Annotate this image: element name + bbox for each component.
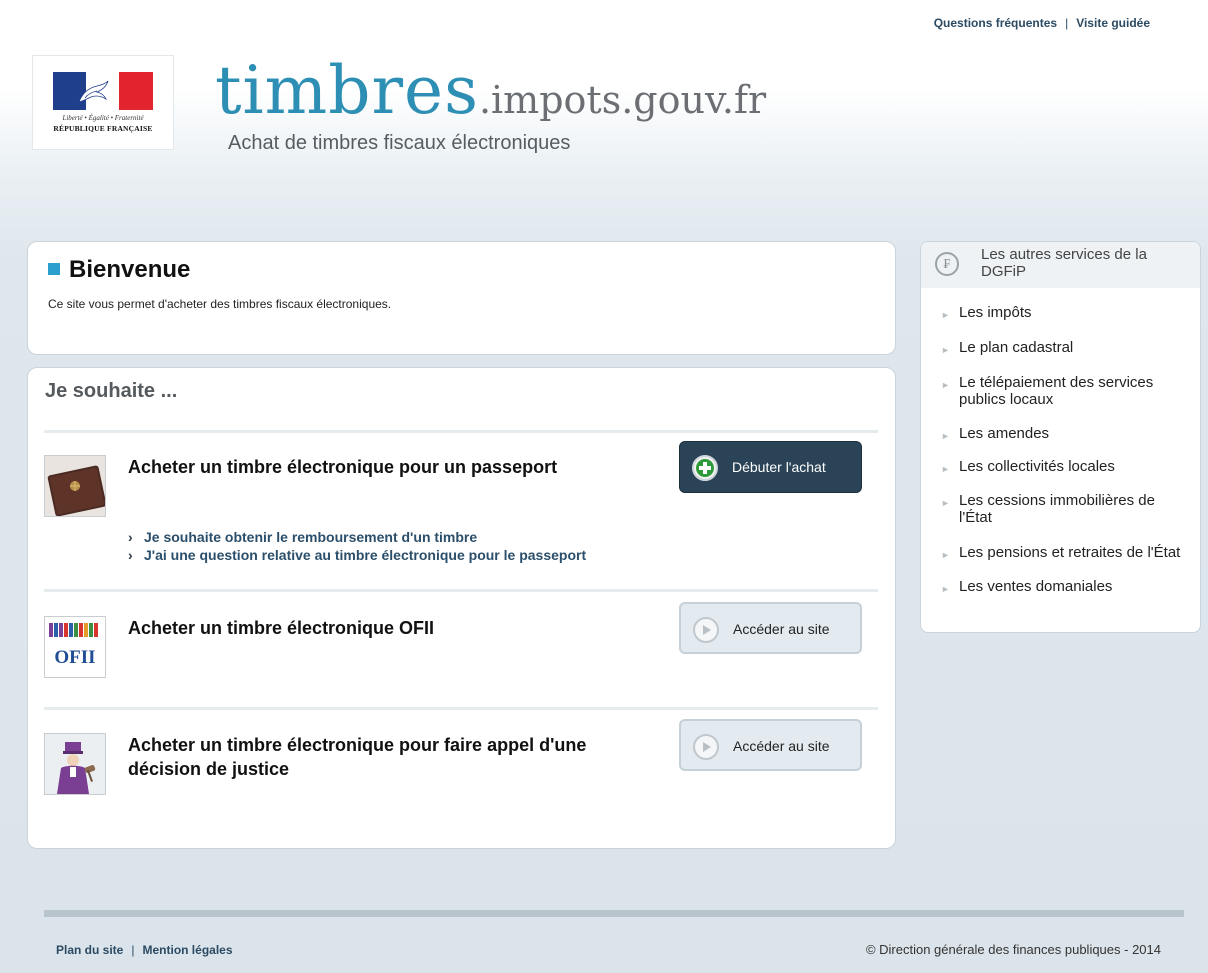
triangle-right-icon: ►	[941, 584, 950, 594]
sidebar-title: Les autres services de la DGFiP	[981, 246, 1147, 280]
justice-thumbnail	[44, 733, 106, 795]
welcome-text: Ce site vous permet d'acheter des timbre…	[48, 297, 392, 311]
justice-access-label: Accéder au site	[733, 738, 830, 754]
footer-divider	[44, 910, 1184, 917]
refund-link[interactable]: › Je souhaite obtenir le remboursement d'…	[128, 528, 586, 546]
sidebar-list: ► Les impôts ► Le plan cadastral ► Le télép…	[941, 304, 1191, 595]
sidebar-item-amendes[interactable]: ► Les amendes	[941, 425, 1191, 442]
brand-domain: .impots.gouv.fr	[478, 78, 767, 122]
play-icon	[693, 617, 719, 643]
passport-icon	[45, 456, 105, 516]
triangle-right-icon: ►	[941, 550, 950, 560]
chevron-right-icon: ›	[128, 529, 133, 545]
triangle-right-icon: ►	[941, 464, 950, 474]
ofii-thumbnail: OFII	[44, 616, 106, 678]
judge-icon	[45, 734, 105, 794]
flag-emblem	[53, 72, 153, 110]
sitemap-link[interactable]: Plan du site	[56, 943, 123, 957]
sidebar-item-label: Les pensions et retraites de l'État	[959, 544, 1181, 561]
ofii-access-button[interactable]: Accéder au site	[679, 602, 862, 654]
divider	[44, 430, 878, 433]
ofii-access-label: Accéder au site	[733, 621, 830, 637]
franc-icon: ₣	[935, 252, 959, 276]
sidebar-item-label: Les collectivités locales	[959, 458, 1115, 475]
chevron-right-icon: ›	[128, 547, 133, 563]
republique-francaise-logo[interactable]: Liberté • Égalité • Fraternité RÉPUBLIQU…	[32, 55, 174, 150]
ofii-thumb-label: OFII	[54, 647, 95, 668]
passport-links: › Je souhaite obtenir le remboursement d'…	[128, 528, 586, 564]
welcome-title: Bienvenue	[69, 256, 191, 283]
sidebar-item-cessions[interactable]: ► Les cessions immobilières de l'État	[941, 492, 1191, 526]
brand-main: timbres	[215, 52, 479, 129]
sidebar-item-label: Les impôts	[959, 304, 1032, 321]
welcome-panel: Bienvenue Ce site vous permet d'acheter …	[27, 241, 896, 355]
passport-question-label: J'ai une question relative au timbre éle…	[144, 547, 587, 563]
triangle-right-icon: ►	[941, 345, 950, 355]
logo-motto: Liberté • Égalité • Fraternité	[62, 114, 144, 122]
wish-title: Je souhaite ...	[45, 380, 178, 402]
site-brand[interactable]: timbres.impots.gouv.fr	[215, 52, 766, 129]
welcome-heading: Bienvenue	[48, 256, 190, 284]
refund-link-label: Je souhaite obtenir le remboursement d'u…	[144, 529, 478, 545]
passport-item-title: Acheter un timbre électronique pour un p…	[128, 457, 558, 477]
guided-tour-link[interactable]: Visite guidée	[1076, 16, 1150, 30]
passport-thumbnail	[44, 455, 106, 517]
start-purchase-button[interactable]: Débuter l'achat	[679, 441, 862, 493]
sidebar-item-label: Le plan cadastral	[959, 339, 1074, 356]
ofii-logo-icon: OFII	[45, 617, 105, 677]
dgfip-services-sidebar: ₣ Les autres services de la DGFiP ► Les i…	[920, 241, 1201, 633]
sidebar-item-label: Les cessions immobilières de l'État	[959, 492, 1155, 526]
site-tagline: Achat de timbres fiscaux électroniques	[228, 132, 571, 154]
passport-question-link[interactable]: › J'ai une question relative au timbre él…	[128, 546, 586, 564]
wish-panel: Je souhaite ... Acheter un timbre électr…	[27, 367, 896, 849]
logo-republic-text: RÉPUBLIQUE FRANÇAISE	[53, 124, 153, 133]
top-links: Questions fréquentes | Visite guidée	[934, 16, 1150, 30]
start-purchase-label: Débuter l'achat	[732, 459, 826, 475]
sidebar-item-label: Les amendes	[959, 425, 1050, 442]
triangle-right-icon: ►	[941, 498, 950, 508]
triangle-right-icon: ►	[941, 380, 950, 390]
sidebar-item-impots[interactable]: ► Les impôts	[941, 304, 1191, 321]
sidebar-item-collectivites[interactable]: ► Les collectivités locales	[941, 458, 1191, 475]
sidebar-item-telepaiement[interactable]: ► Le télépaiement des services publics lo…	[941, 374, 1191, 408]
divider	[44, 589, 878, 592]
sidebar-item-label: Les ventes domaniales	[959, 578, 1113, 595]
copyright-text: © Direction générale des finances publiq…	[865, 942, 1161, 957]
sidebar-item-label: Le télépaiement des services publics loc…	[959, 374, 1154, 408]
justice-item-title: Acheter un timbre électronique pour fair…	[128, 735, 587, 779]
plus-icon	[692, 455, 718, 481]
triangle-right-icon: ►	[941, 310, 950, 320]
top-links-separator: |	[1065, 16, 1069, 30]
sidebar-item-cadastre[interactable]: ► Le plan cadastral	[941, 339, 1191, 356]
sidebar-item-ventes[interactable]: ► Les ventes domaniales	[941, 578, 1191, 595]
footer-separator: |	[131, 943, 135, 957]
footer-links: Plan du site | Mention légales	[56, 943, 233, 957]
sidebar-header: ₣ Les autres services de la DGFiP	[921, 242, 1200, 288]
triangle-right-icon: ►	[941, 431, 950, 441]
legal-notice-link[interactable]: Mention légales	[142, 943, 232, 957]
marianne-icon	[78, 80, 109, 103]
faq-link[interactable]: Questions fréquentes	[934, 16, 1057, 30]
ofii-item-title: Acheter un timbre électronique OFII	[128, 618, 435, 638]
heading-bullet-icon	[48, 262, 60, 275]
sidebar-item-pensions[interactable]: ► Les pensions et retraites de l'État	[941, 544, 1191, 561]
play-icon	[693, 734, 719, 760]
divider	[44, 707, 878, 710]
justice-access-button[interactable]: Accéder au site	[679, 719, 862, 771]
